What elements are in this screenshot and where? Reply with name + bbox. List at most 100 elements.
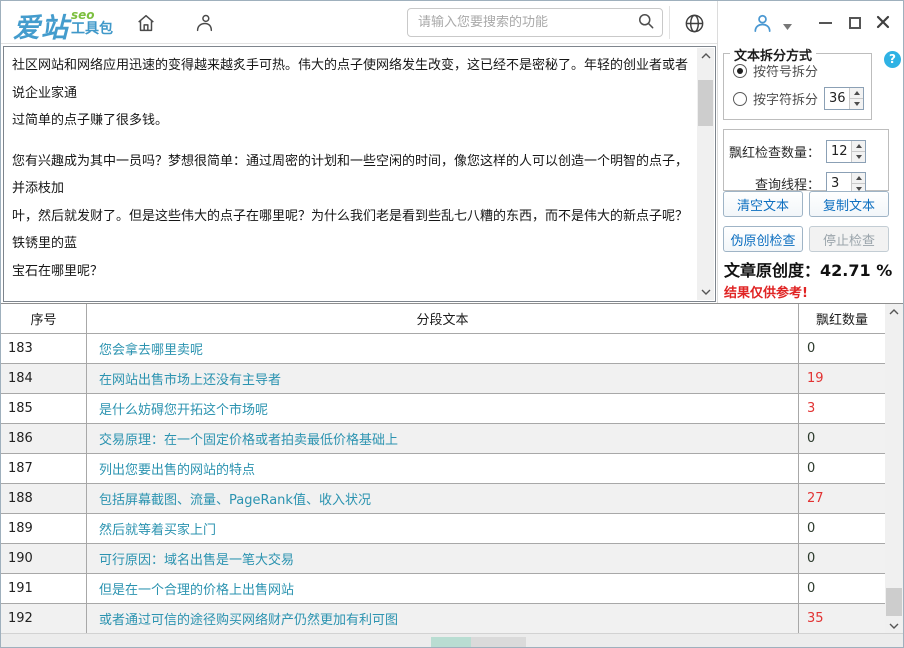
copy-text-button[interactable]: 复制文本 <box>809 191 889 217</box>
segment-text-link[interactable]: 可行原因：域名出售是一笔大交易 <box>99 549 294 568</box>
table-body: 183 您会拿去哪里卖呢 0 184 在网站出售市场上还没有主导者 19 185… <box>1 334 904 634</box>
scroll-down-button[interactable] <box>885 618 903 634</box>
segment-text-link[interactable]: 是什么妨碍您开拓这个市场呢 <box>99 399 268 418</box>
stepper-value: 12 <box>827 141 851 162</box>
logo-seo-text: seo <box>71 9 113 21</box>
stepper-up-button[interactable] <box>852 141 865 151</box>
app-logo: 爱站 seo 工具包 <box>13 6 113 45</box>
split-mode-group: 文本拆分方式 按符号拆分 按字符拆分 36 <box>723 53 872 120</box>
profile-icon <box>751 12 774 35</box>
table-row[interactable]: 185 是什么妨碍您开拓这个市场呢 3 <box>1 394 885 424</box>
table-row[interactable]: 189 然后就等着买家上门 0 <box>1 514 885 544</box>
home-button[interactable] <box>134 11 158 35</box>
stepper-down-button[interactable] <box>852 151 865 162</box>
table-row[interactable]: 186 交易原理：在一个固定价格或者拍卖最低价格基础上 0 <box>1 424 885 454</box>
paragraph: 社区网站和网络应用迅速的变得越来越炙手可热。伟大的点子使网络发生改变，这已经不是… <box>12 52 693 135</box>
row-index: 188 <box>1 484 87 513</box>
article-text-area[interactable]: 社区网站和网络应用迅速的变得越来越炙手可热。伟大的点子使网络发生改变，这已经不是… <box>3 46 716 302</box>
pseudo-original-check-button[interactable]: 伪原创检查 <box>723 226 803 252</box>
table-row[interactable]: 188 包括屏幕截图、流量、PageRank值、收入状况 27 <box>1 484 885 514</box>
red-count-value: 3 <box>807 401 815 416</box>
scroll-up-button[interactable] <box>885 304 903 320</box>
segment-text-link[interactable]: 但是在一个合理的价格上出售网站 <box>99 579 294 598</box>
segment-text-link[interactable]: 包括屏幕截图、流量、PageRank值、收入状况 <box>99 489 371 508</box>
minimize-button[interactable] <box>814 12 836 34</box>
search-input[interactable] <box>418 15 636 30</box>
scrollbar-thumb[interactable] <box>698 80 713 126</box>
table-row[interactable]: 191 但是在一个合理的价格上出售网站 0 <box>1 574 885 604</box>
scroll-down-button[interactable] <box>697 284 714 300</box>
stepper-up-button[interactable] <box>850 88 863 98</box>
red-count-value: 0 <box>807 341 815 356</box>
row-index: 184 <box>1 364 87 393</box>
row-index: 191 <box>1 574 87 603</box>
table-scrollbar[interactable] <box>885 304 903 634</box>
red-count-value: 0 <box>807 431 815 446</box>
red-count-value: 0 <box>807 461 815 476</box>
red-count-value: 0 <box>807 521 815 536</box>
caret-down-icon <box>783 24 792 30</box>
close-button[interactable] <box>872 12 894 34</box>
scrollbar-thumb[interactable] <box>471 637 526 647</box>
originality-result: 文章原创度：42.71 % <box>724 257 892 281</box>
horizontal-scrollbar[interactable] <box>1 633 904 648</box>
account-menu-button[interactable] <box>780 15 794 39</box>
red-count-value: 27 <box>807 491 824 506</box>
logo-suffix-text: 工具包 <box>71 22 113 36</box>
header-index: 序号 <box>1 304 87 333</box>
red-check-stepper[interactable]: 12 <box>826 140 866 163</box>
member-button[interactable] <box>192 11 216 35</box>
table-row[interactable]: 190 可行原因：域名出售是一笔大交易 0 <box>1 544 885 574</box>
segment-text-link[interactable]: 在网站出售市场上还没有主导者 <box>99 369 281 388</box>
stepper-down-button[interactable] <box>850 98 863 109</box>
search-box <box>407 8 663 37</box>
scrollbar-accent <box>431 637 471 647</box>
home-icon <box>135 12 157 34</box>
table-row[interactable]: 187 列出您要出售的网站的特点 0 <box>1 454 885 484</box>
person-search-icon <box>193 12 215 34</box>
segment-text-link[interactable]: 然后就等着买家上门 <box>99 519 216 538</box>
originality-label: 文章原创度： <box>724 261 820 280</box>
table-header-row: 序号 分段文本 飘红数量 <box>1 304 885 334</box>
search-icon[interactable] <box>636 11 656 35</box>
maximize-icon <box>849 17 861 29</box>
row-index: 186 <box>1 424 87 453</box>
radio-icon <box>733 64 747 78</box>
header-segment-text: 分段文本 <box>87 304 799 333</box>
originality-value: 42.71 % <box>820 261 892 280</box>
segment-text-link[interactable]: 或者通过可信的途径购买网络财产仍然更加有利可图 <box>99 609 398 628</box>
table-row[interactable]: 183 您会拿去哪里卖呢 0 <box>1 334 885 364</box>
radio-icon <box>733 92 747 106</box>
help-icon[interactable]: ? <box>884 51 901 68</box>
account-button[interactable] <box>750 11 774 35</box>
stop-check-button[interactable]: 停止检查 <box>809 226 889 252</box>
red-count-value: 19 <box>807 371 824 386</box>
segment-text-link[interactable]: 您会拿去哪里卖呢 <box>99 339 203 358</box>
scroll-up-button[interactable] <box>697 48 714 64</box>
row-index: 183 <box>1 334 87 363</box>
row-index: 187 <box>1 454 87 483</box>
red-check-label: 飘红检查数量： <box>724 142 820 161</box>
row-index: 192 <box>1 604 87 633</box>
check-settings-group: 飘红检查数量： 12 查询线程： 3 <box>723 129 889 191</box>
maximize-button[interactable] <box>844 12 866 34</box>
row-index: 189 <box>1 514 87 543</box>
editor-scrollbar[interactable] <box>697 48 714 300</box>
stepper-value: 36 <box>825 88 849 109</box>
scrollbar-thumb[interactable] <box>886 588 902 616</box>
browser-button[interactable] <box>682 11 706 35</box>
stepper-up-button[interactable] <box>852 173 865 183</box>
row-index: 185 <box>1 394 87 423</box>
table-row[interactable]: 184 在网站出售市场上还没有主导者 19 <box>1 364 885 394</box>
logo-brand-text: 爱站 <box>13 6 69 45</box>
red-count-value: 35 <box>807 611 824 626</box>
segment-text-link[interactable]: 列出您要出售的网站的特点 <box>99 459 255 478</box>
clear-text-button[interactable]: 清空文本 <box>723 191 803 217</box>
minimize-icon <box>819 22 832 24</box>
radio-split-by-chars[interactable]: 按字符拆分 36 <box>733 87 871 110</box>
segment-text-link[interactable]: 交易原理：在一个固定价格或者拍卖最低价格基础上 <box>99 429 398 448</box>
char-count-stepper[interactable]: 36 <box>824 87 864 110</box>
table-row[interactable]: 192 或者通过可信的途径购买网络财产仍然更加有利可图 35 <box>1 604 885 634</box>
app-window: 爱站 seo 工具包 <box>0 0 904 648</box>
red-count-value: 0 <box>807 551 815 566</box>
